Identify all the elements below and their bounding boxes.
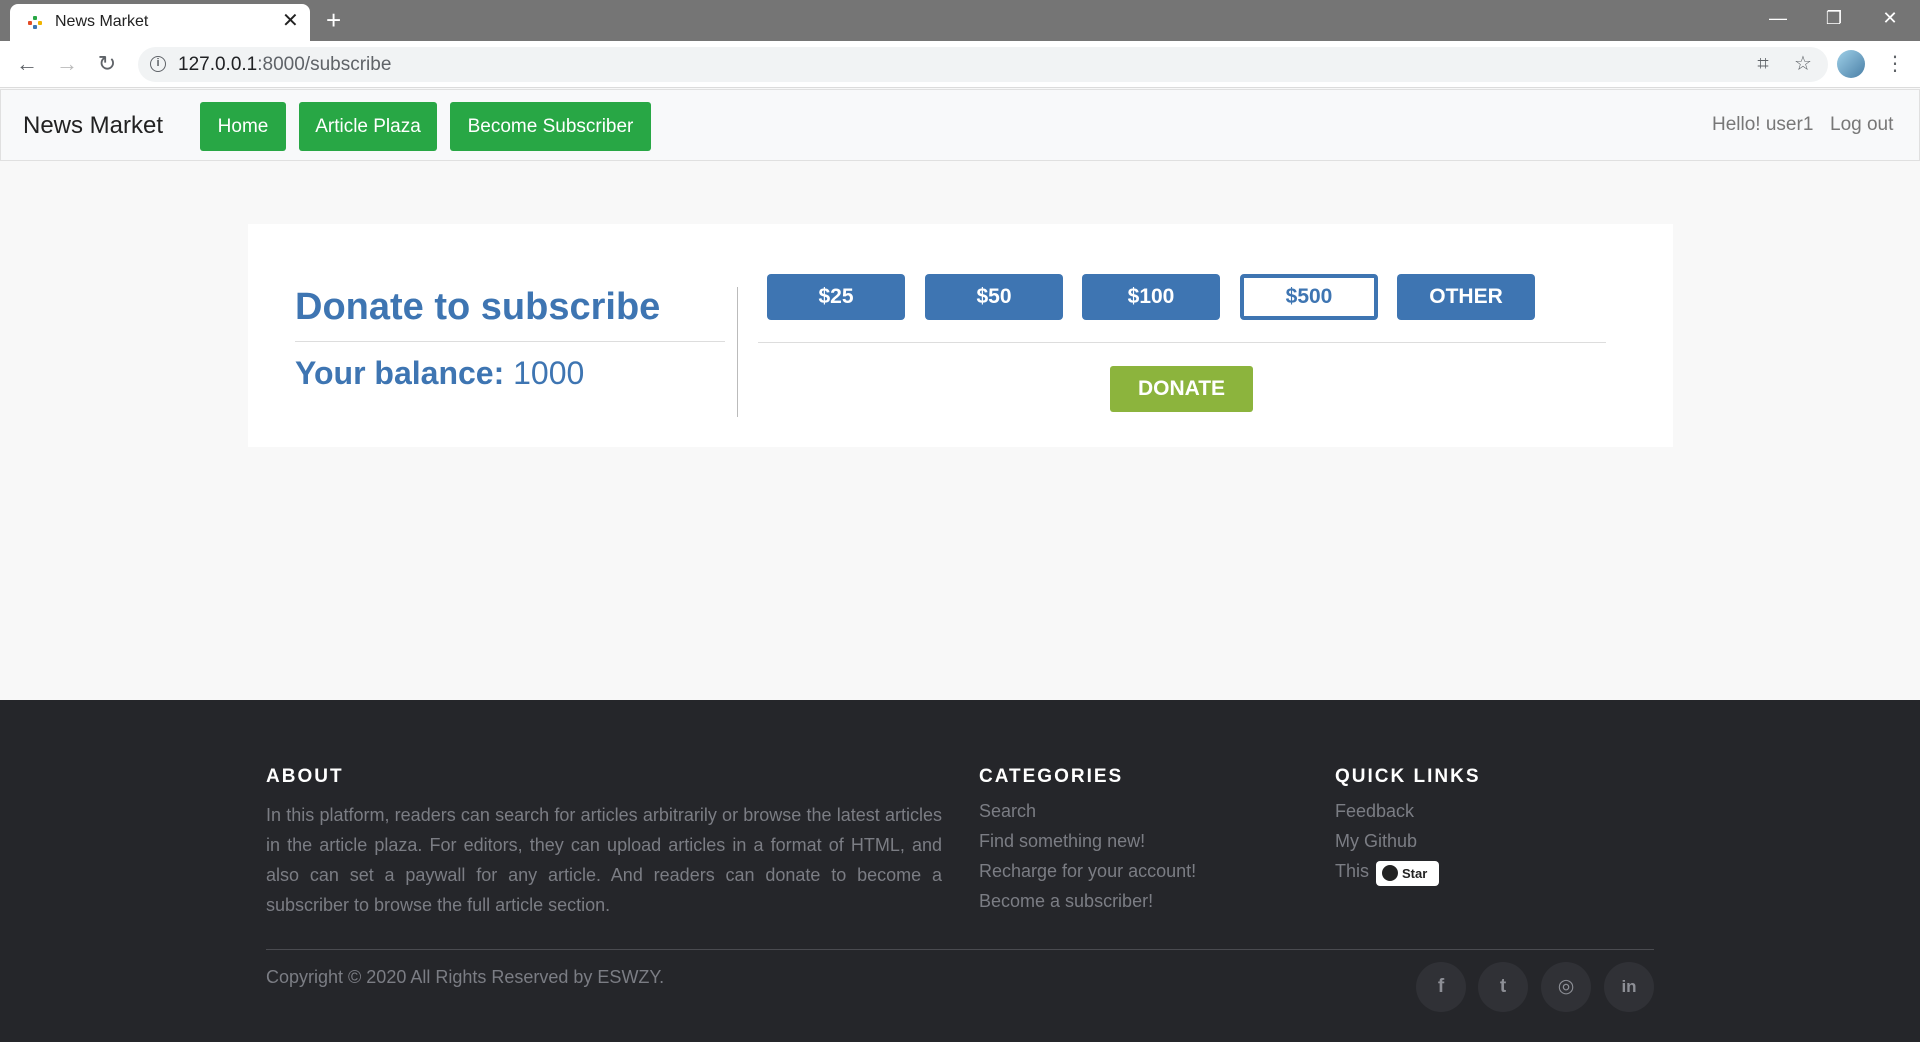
categories-heading: CATEGORIES bbox=[979, 766, 1124, 787]
nav-article-plaza-button[interactable]: Article Plaza bbox=[299, 102, 437, 151]
vertical-divider bbox=[737, 287, 738, 417]
about-heading: ABOUT bbox=[266, 766, 344, 787]
linkedin-icon[interactable]: in bbox=[1604, 962, 1654, 1012]
quicklink-github[interactable]: My Github bbox=[1335, 831, 1417, 852]
donate-button[interactable]: DONATE bbox=[1110, 366, 1253, 412]
browser-tab[interactable]: News Market ✕ bbox=[10, 4, 310, 41]
twitter-icon[interactable]: t bbox=[1478, 962, 1528, 1012]
reload-icon[interactable]: ↻ bbox=[92, 51, 122, 77]
site-navbar: News Market Home Article Plaza Become Su… bbox=[0, 89, 1920, 161]
logout-link[interactable]: Log out bbox=[1830, 114, 1893, 136]
url-host: 127.0.0.1 bbox=[178, 54, 258, 75]
balance-label: Your balance: bbox=[295, 355, 505, 391]
window-close-icon[interactable]: ✕ bbox=[1870, 4, 1910, 32]
minimize-icon[interactable]: — bbox=[1758, 4, 1798, 32]
footer-divider bbox=[266, 949, 1654, 950]
new-tab-icon[interactable]: + bbox=[326, 4, 341, 36]
category-link-find-new[interactable]: Find something new! bbox=[979, 831, 1145, 852]
quicklink-this: This bbox=[1335, 861, 1370, 881]
amount-button-other[interactable]: OTHER bbox=[1397, 274, 1535, 320]
quicklinks-heading: QUICK LINKS bbox=[1335, 766, 1481, 787]
nav-become-subscriber-button[interactable]: Become Subscriber bbox=[450, 102, 651, 151]
restore-icon[interactable]: ❐ bbox=[1814, 4, 1854, 32]
category-link-subscribe[interactable]: Become a subscriber! bbox=[979, 891, 1153, 912]
github-icon bbox=[1382, 865, 1398, 881]
info-icon[interactable]: i bbox=[150, 56, 166, 72]
bookmark-star-icon[interactable]: ☆ bbox=[1788, 51, 1818, 77]
about-text: In this platform, readers can search for… bbox=[266, 805, 942, 915]
back-icon[interactable]: ← bbox=[12, 51, 42, 77]
user-greeting: Hello! user1 bbox=[1712, 114, 1814, 135]
url-path: :8000/subscribe bbox=[257, 54, 392, 75]
tab-title: News Market bbox=[55, 13, 149, 30]
facebook-icon[interactable]: f bbox=[1416, 962, 1466, 1012]
url-text[interactable]: 127.0.0.1:8000/subscribe bbox=[178, 54, 391, 76]
amount-button-50[interactable]: $50 bbox=[925, 274, 1063, 320]
url-bar[interactable]: i 127.0.0.1:8000/subscribe bbox=[138, 47, 1828, 82]
category-link-search[interactable]: Search bbox=[979, 801, 1036, 822]
copyright-text: Copyright © 2020 All Rights Reserved by … bbox=[266, 967, 665, 987]
browser-tab-bar: News Market ✕ + — ❐ ✕ bbox=[0, 0, 1920, 41]
amount-button-500[interactable]: $500 bbox=[1240, 274, 1378, 320]
balance-value: 1000 bbox=[513, 355, 585, 391]
browser-menu-icon[interactable]: ⋮ bbox=[1880, 51, 1910, 77]
star-label: Star bbox=[1402, 866, 1428, 881]
donate-card: Donate to subscribe Your balance: 1000 $… bbox=[248, 224, 1673, 447]
amount-button-25[interactable]: $25 bbox=[767, 274, 905, 320]
amount-button-100[interactable]: $100 bbox=[1082, 274, 1220, 320]
profile-avatar[interactable] bbox=[1837, 50, 1865, 78]
tab-close-icon[interactable]: ✕ bbox=[282, 9, 299, 33]
translate-icon[interactable]: ⌗ bbox=[1748, 51, 1778, 77]
site-footer: ABOUT In this platform, readers can sear… bbox=[0, 700, 1920, 1042]
favicon-icon bbox=[28, 16, 42, 30]
forward-icon[interactable]: → bbox=[52, 51, 82, 77]
category-link-recharge[interactable]: Recharge for your account! bbox=[979, 861, 1196, 882]
dribbble-icon[interactable]: ◎ bbox=[1541, 962, 1591, 1012]
brand-link[interactable]: News Market bbox=[23, 112, 163, 140]
amount-divider bbox=[758, 342, 1606, 343]
github-star-button[interactable]: Star bbox=[1376, 861, 1439, 886]
nav-home-button[interactable]: Home bbox=[200, 102, 286, 151]
title-divider bbox=[295, 341, 725, 342]
quicklink-feedback[interactable]: Feedback bbox=[1335, 801, 1414, 822]
address-bar: ← → ↻ i 127.0.0.1:8000/subscribe ⌗ ☆ ⋮ bbox=[0, 41, 1920, 88]
donate-title: Donate to subscribe bbox=[295, 286, 661, 328]
balance-line: Your balance: 1000 bbox=[295, 355, 584, 392]
